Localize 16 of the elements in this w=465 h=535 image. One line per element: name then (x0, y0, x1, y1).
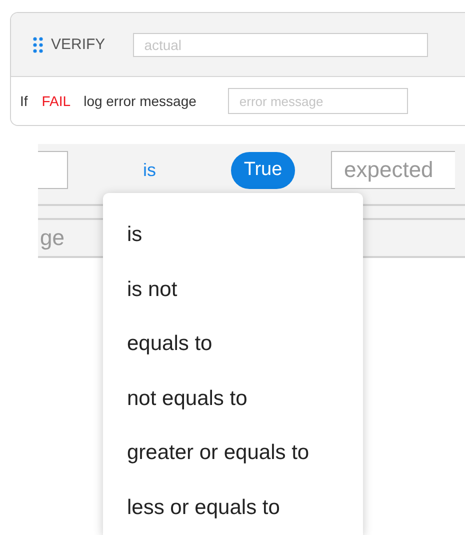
actual-field[interactable]: actual (133, 32, 428, 56)
expected-field[interactable]: expected (331, 151, 455, 189)
error-message-field[interactable]: error message (228, 88, 408, 114)
input-field[interactable] (38, 151, 68, 189)
menu-item[interactable]: greater or equals to (103, 435, 363, 490)
value-toggle[interactable]: True (231, 152, 295, 188)
menu-item[interactable]: less or equals to (103, 490, 363, 535)
outcome-label: FAIL (42, 93, 71, 109)
menu-item[interactable]: is (103, 217, 363, 272)
step-title: VERIFY (51, 36, 106, 53)
drag-handle-icon[interactable] (33, 36, 43, 52)
condition-prefix: If (20, 93, 28, 109)
menu-item[interactable]: not equals to (103, 380, 363, 436)
menu-item[interactable]: equals to (103, 326, 363, 381)
menu-item[interactable]: is not (103, 272, 363, 326)
action-label: log error message (84, 93, 196, 109)
